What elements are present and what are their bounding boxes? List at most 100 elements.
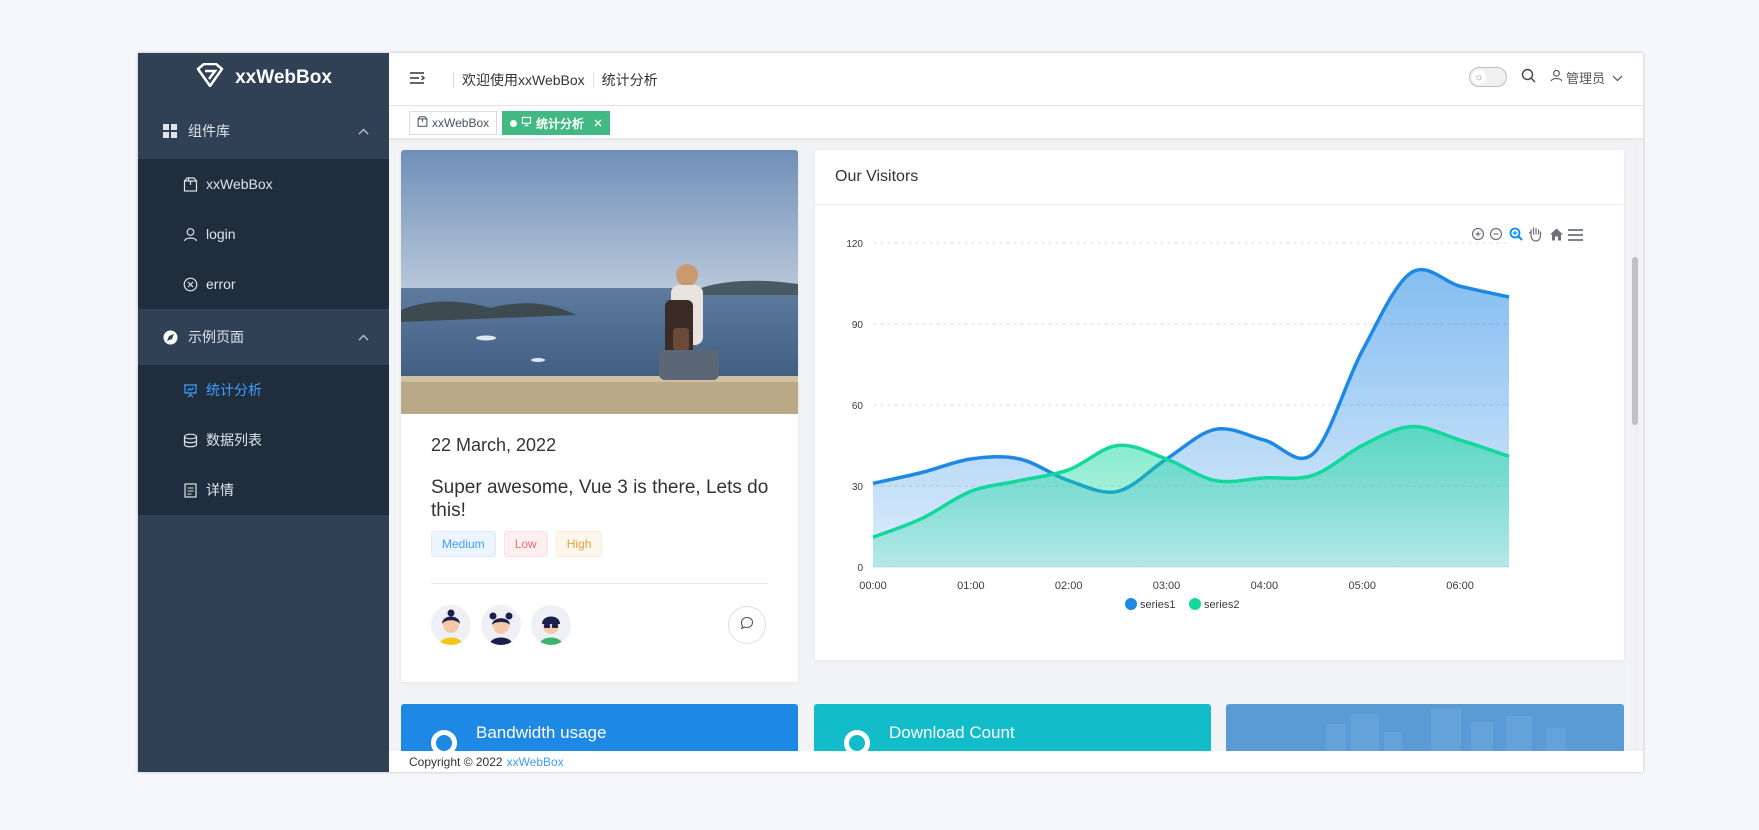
menu-group-components[interactable]: 组件库 [138, 103, 389, 159]
user-icon [182, 226, 198, 242]
search-icon[interactable] [1521, 68, 1536, 86]
post-card: 22 March, 2022 Super awesome, Vue 3 is t… [401, 150, 798, 682]
chevron-up-icon [358, 330, 369, 344]
circle-close-icon [182, 276, 198, 292]
sidebar-item-xxwebbox[interactable]: xxWebBox [138, 159, 389, 209]
badge-medium: Medium [431, 531, 496, 557]
breadcrumb-item-home[interactable]: 欢迎使用xxWebBox [462, 70, 585, 90]
post-date: 22 March, 2022 [431, 435, 557, 455]
badge-high: High [555, 531, 603, 557]
package-icon [417, 116, 428, 130]
avatar[interactable] [431, 605, 471, 645]
footer-link[interactable]: xxWebBox [507, 755, 564, 769]
footer: Copyright © 2022 xxWebBox [389, 751, 1643, 772]
pan-hand-icon[interactable] [1528, 227, 1542, 242]
chart-card-title: Our Visitors [815, 150, 1624, 205]
copyright-text: Copyright © 2022 [409, 754, 503, 769]
sidebar-item-error[interactable]: error [138, 259, 389, 309]
stat-title: Download Count [889, 723, 1015, 742]
brand-name: xxWebBox [235, 67, 332, 88]
divider [431, 583, 768, 584]
menu-group-examples[interactable]: 示例页面 [138, 309, 389, 365]
comment-button[interactable] [728, 606, 766, 644]
sidebar-item-label: login [206, 226, 236, 242]
header-actions: ☼ 管理员 [1468, 67, 1623, 87]
chart-x-axis: 00:00 01:00 02:00 03:00 04:00 05:00 06:00 [859, 580, 1474, 592]
package-icon [182, 176, 198, 192]
pie-chart-icon [431, 730, 457, 751]
menu-icon[interactable] [1568, 229, 1583, 241]
user-dropdown[interactable]: 管理员 [1550, 68, 1623, 87]
submenu-examples: 统计分析 数据列表 详情 [138, 365, 389, 515]
x-tick-label: 01:00 [957, 580, 985, 592]
visitors-chart-card: Our Visitors 0 30 60 90 120 00:00 01:00 02:00 0… [815, 150, 1624, 660]
tags-view: xxWebBox 统计分析 [389, 106, 1643, 139]
logo-icon [195, 62, 225, 93]
sidebar-item-label: error [206, 276, 236, 292]
menu-group-label: 示例页面 [188, 329, 244, 345]
visitors-chart: 0 30 60 90 120 00:00 01:00 02:00 03:00 04:00 05:0… [846, 227, 1583, 611]
brand[interactable]: xxWebBox [138, 53, 389, 103]
x-tick-label: 02:00 [1055, 580, 1083, 592]
sidebar-item-label: xxWebBox [206, 176, 273, 192]
user-name: 管理员 [1565, 70, 1605, 86]
close-icon[interactable] [594, 116, 602, 130]
pie-chart-icon [844, 730, 870, 751]
city-skyline-image [1326, 709, 1566, 751]
sidebar-item-statistics[interactable]: 统计分析 [138, 365, 389, 415]
sidebar-item-details[interactable]: 详情 [138, 465, 389, 515]
y-tick-label: 120 [846, 239, 863, 250]
legend-marker[interactable] [1125, 598, 1137, 610]
zoom-in-icon[interactable] [1471, 227, 1485, 241]
sidebar-item-login[interactable]: login [138, 209, 389, 259]
legend-label[interactable]: series2 [1204, 599, 1239, 611]
x-tick-label: 04:00 [1251, 580, 1279, 592]
sidebar-item-label: 统计分析 [206, 382, 262, 398]
breadcrumb-separator [592, 72, 594, 88]
avatar-group [431, 605, 571, 645]
zoom-out-icon[interactable] [1489, 227, 1503, 241]
home-reset-icon[interactable] [1550, 228, 1563, 241]
stat-card-city-banner[interactable] [1226, 704, 1624, 751]
chart-legend: series1 series2 [1125, 598, 1239, 611]
breadcrumb-item-current: 统计分析 [601, 72, 658, 88]
presentation-icon [521, 116, 532, 130]
avatar[interactable] [481, 605, 521, 645]
scrollbar-thumb[interactable] [1632, 257, 1638, 425]
menu-group-label: 组件库 [188, 123, 230, 139]
presentation-icon [182, 382, 198, 398]
sidebar-item-label: 数据列表 [206, 432, 262, 448]
selection-zoom-icon[interactable] [1509, 227, 1523, 241]
x-tick-label: 03:00 [1153, 580, 1181, 592]
post-title[interactable]: Super awesome, Vue 3 is there, Lets do t… [431, 476, 771, 522]
legend-marker[interactable] [1189, 598, 1201, 610]
y-tick-label: 60 [852, 401, 864, 412]
sidebar: xxWebBox 组件库 xxWebBox login error 示例页面 统… [138, 53, 389, 772]
y-tick-label: 90 [852, 320, 864, 331]
app-window: xxWebBox 组件库 xxWebBox login error 示例页面 统… [138, 53, 1643, 772]
stat-card-download[interactable]: Download Count [814, 704, 1211, 751]
y-tick-label: 30 [852, 482, 864, 493]
active-dot [510, 119, 517, 127]
sidebar-item-label: 详情 [206, 482, 234, 498]
x-tick-label: 00:00 [859, 580, 887, 592]
stat-card-bandwidth[interactable]: Bandwidth usage [401, 704, 798, 751]
top-navbar: 欢迎使用xxWebBox 统计分析 ☼ 管理员 [389, 53, 1643, 106]
chart-areas [872, 267, 1510, 567]
tag-xxwebbox[interactable]: xxWebBox [409, 111, 498, 135]
sun-icon: ☼ [1471, 70, 1486, 84]
legend-label[interactable]: series1 [1140, 599, 1175, 611]
submenu-components: xxWebBox login error [138, 159, 389, 309]
scrollbar[interactable] [1631, 139, 1639, 751]
sidebar-item-data-list[interactable]: 数据列表 [138, 415, 389, 465]
post-image [401, 150, 798, 414]
tag-label: xxWebBox [432, 116, 490, 130]
chart-toolbar [1471, 227, 1583, 242]
main-content: 22 March, 2022 Super awesome, Vue 3 is t… [389, 139, 1643, 751]
compass-icon [162, 329, 178, 345]
tag-statistics[interactable]: 统计分析 [502, 111, 611, 135]
chevron-down-icon [1612, 70, 1623, 85]
menu-fold-icon[interactable] [409, 70, 426, 91]
avatar[interactable] [531, 605, 571, 645]
theme-toggle[interactable]: ☼ [1468, 67, 1507, 87]
